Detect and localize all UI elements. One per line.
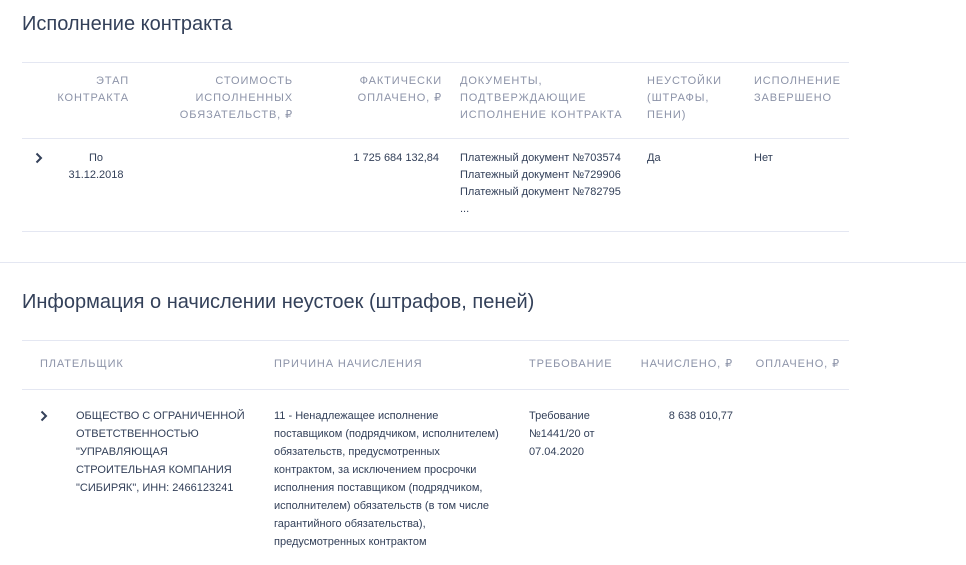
row-stage: По 31.12.2018: [68, 152, 124, 181]
table-top-border: [22, 62, 849, 63]
header-bottom-border: [22, 389, 849, 390]
row-paid: 1 725 684 132,84: [353, 152, 439, 164]
row-completed: Нет: [754, 152, 773, 164]
col-header-demand: ТРЕБОВАНИЕ: [529, 358, 613, 370]
row-payer: ОБЩЕСТВО С ОГРАНИЧЕННОЙ ОТВЕТСТВЕННОСТЬЮ…: [76, 410, 245, 494]
col-header-docs: ДОКУМЕНТЫ, ПОДТВЕРЖДАЮЩИЕ ИСПОЛНЕНИЕ КОН…: [460, 75, 623, 121]
row-payment-documents: Платежный документ №703574 Платежный док…: [460, 152, 621, 215]
table-top-border: [22, 340, 849, 341]
row-demand: Требование №1441/20 от 07.04.2020: [529, 410, 595, 458]
chevron-right-icon[interactable]: [32, 151, 46, 165]
col-header-cost: СТОИМОСТЬ ИСПОЛНЕННЫХ ОБЯЗАТЕЛЬСТВ, ₽: [179, 75, 293, 121]
row-reason: 11 - Ненадлежащее исполнение поставщиком…: [274, 410, 499, 548]
col-header-payer: ПЛАТЕЛЬЩИК: [40, 358, 124, 370]
chevron-right-icon[interactable]: [37, 409, 51, 423]
col-header-paid: ФАКТИЧЕСКИ ОПЛАЧЕНО, ₽: [357, 75, 442, 104]
col-header-stage: ЭТАП КОНТРАКТА: [57, 75, 129, 104]
header-bottom-border: [22, 138, 849, 139]
col-header-paid: ОПЛАЧЕНО, ₽: [755, 358, 840, 370]
table-bottom-border: [22, 231, 849, 232]
col-header-completed: ИСПОЛНЕНИЕ ЗАВЕРШЕНО: [754, 75, 841, 104]
contract-execution-title: Исполнение контракта: [22, 13, 233, 35]
col-header-penalties: НЕУСТОЙКИ (ШТРАФЫ, ПЕНИ): [647, 75, 722, 121]
row-penalties: Да: [647, 152, 661, 164]
row-accrued: 8 638 010,77: [668, 410, 733, 422]
col-header-accrued: НАЧИСЛЕНО, ₽: [640, 358, 733, 370]
penalties-info-title: Информация о начислении неустоек (штрафо…: [22, 291, 535, 313]
col-header-reason: ПРИЧИНА НАЧИСЛЕНИЯ: [274, 358, 423, 370]
section-divider: [0, 262, 966, 263]
